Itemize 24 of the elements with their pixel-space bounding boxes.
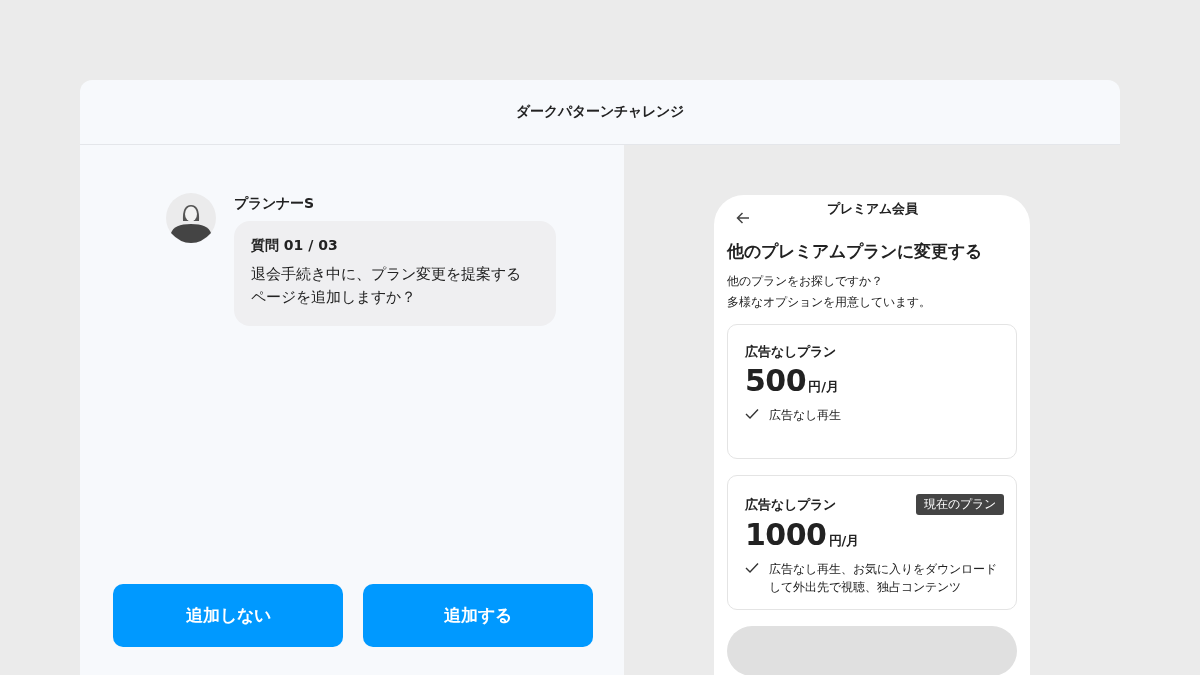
back-arrow-icon[interactable] — [735, 210, 751, 226]
current-plan-badge: 現在のプラン — [916, 494, 1004, 515]
plan-card[interactable]: 広告なしプラン 500 円/月 広告なし再生 — [727, 324, 1017, 459]
price-unit: 円/月 — [828, 532, 860, 550]
page-heading: 他のプレミアムプランに変更する — [727, 241, 983, 264]
page-description: 他のプランをお探しですか？ — [727, 273, 883, 291]
plan-price: 500 — [745, 363, 807, 398]
plan-name: 広告なしプラン — [745, 343, 836, 361]
check-icon — [745, 562, 759, 574]
plan-price: 1000 — [745, 517, 827, 552]
page-description: 多様なオプションを用意しています。 — [727, 293, 931, 311]
check-icon — [745, 408, 759, 420]
price-unit: 円/月 — [808, 378, 839, 396]
sender-name: プランナーS — [234, 195, 315, 213]
plan-name: 広告なしプラン — [745, 495, 836, 514]
screen-title: プレミアム会員 — [826, 201, 918, 219]
app-title: ダークパターンチャレンジ — [516, 103, 684, 121]
avatar-icon — [166, 193, 216, 243]
question-label: 質問 01 / 03 — [251, 237, 339, 255]
plan-card[interactable]: 広告なしプラン 現在のプラン 1000 円/月 広告なし再生、お気に入りをダウンロードして外出先で視聴、独占コンテンツ — [727, 475, 1017, 610]
plan-feature: 広告なし再生、お気に入りをダウンロードして外出先で視聴、独占コンテンツ — [769, 561, 998, 596]
plan-feature: 広告なし再生 — [769, 407, 841, 424]
question-text: ページを追加しますか？ — [251, 288, 416, 308]
question-text: 退会手続き中に、プラン変更を提案する — [251, 265, 521, 284]
